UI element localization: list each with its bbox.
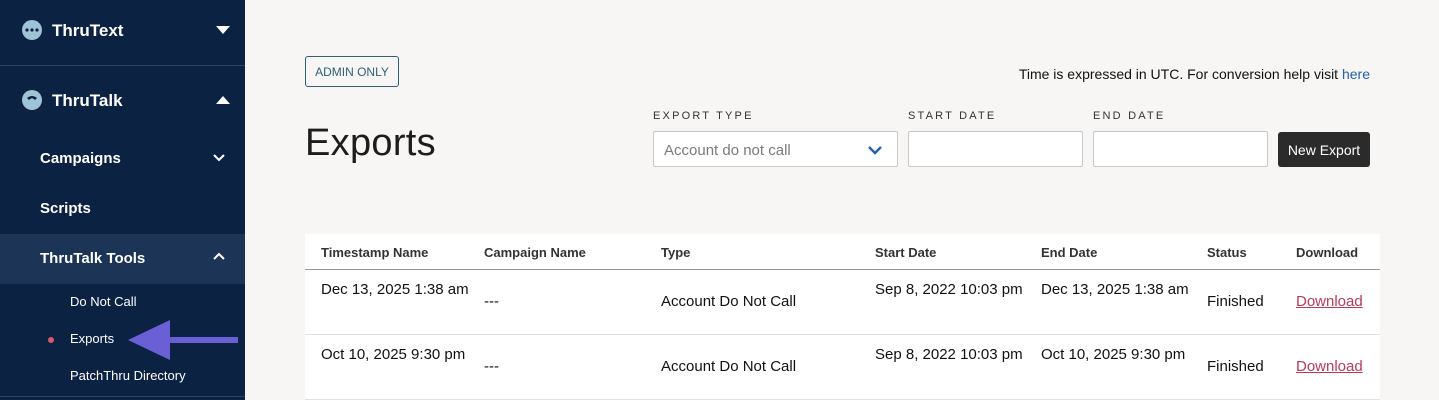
sidebar-brand-thrutalk[interactable]: ThruTalk [0,90,245,110]
sidebar-divider [0,65,245,66]
thrutalk-phone-icon [22,90,42,110]
timezone-help-link[interactable]: here [1342,66,1370,82]
sidebar-item-label: ThruTalk Tools [40,250,146,267]
chevron-down-icon [868,146,882,155]
admin-only-badge: ADMIN ONLY [305,56,399,87]
exports-table: Timestamp Name Campaign Name Type Start … [305,234,1380,400]
sidebar-subitem-patchthru-directory[interactable]: PatchThru Directory [0,364,245,388]
table-cell-timestamp: Dec 13, 2025 1:38 am [321,281,469,298]
download-link[interactable]: Download [1296,290,1363,314]
export-type-value: Account do not call [664,142,791,159]
sidebar-item-thrutalk-tools[interactable]: ThruTalk Tools [0,234,245,284]
table-cell-end-date: Oct 10, 2025 9:30 pm [1041,346,1186,363]
sidebar-subitem-label: Do Not Call [70,294,137,309]
timezone-note-text: Time is expressed in UTC. For conversion… [1018,66,1342,82]
table-cell-campaign: --- [484,358,499,375]
chevron-up-icon [213,252,225,260]
page-title: Exports [305,122,436,164]
sidebar-subitem-label: Exports [70,331,115,346]
chevron-down-icon [213,154,225,162]
start-date-input[interactable] [908,131,1083,167]
end-date-input[interactable] [1093,131,1268,167]
sidebar-subitem-do-not-call[interactable]: Do Not Call [0,290,245,314]
table-header: Timestamp Name Campaign Name Type Start … [305,234,1380,270]
column-header: Type [661,245,691,260]
sidebar-item-label: Campaigns [40,150,121,167]
sidebar-divider [0,396,245,397]
annotation-arrow-icon [128,320,238,360]
timezone-note: Time is expressed in UTC. For conversion… [1019,66,1370,82]
table-cell-start-date: Sep 8, 2022 10:03 pm [875,281,1023,298]
table-cell-status: Finished [1207,293,1264,310]
table-cell-start-date: Sep 8, 2022 10:03 pm [875,346,1023,363]
sidebar-brand-label: ThruTalk [52,91,123,110]
column-header: Status [1207,245,1247,260]
download-link[interactable]: Download [1296,355,1363,379]
column-header: Timestamp Name [321,245,429,260]
new-export-button[interactable]: New Export [1278,132,1370,167]
start-date-label: START DATE [908,110,997,122]
export-type-select[interactable]: Account do not call [653,131,898,167]
column-header: End Date [1041,245,1098,260]
table-cell-status: Finished [1207,358,1264,375]
caret-down-icon[interactable] [216,26,230,34]
column-header: Start Date [875,245,937,260]
export-type-label: EXPORT TYPE [653,110,754,122]
sidebar-item-label: Scripts [40,200,91,217]
caret-up-icon[interactable] [216,96,230,104]
sidebar-subitem-label: PatchThru Directory [70,368,186,383]
table-row: Oct 10, 2025 9:30 pm --- Account Do Not … [305,335,1380,400]
active-indicator-dot [48,337,54,343]
column-header: Campaign Name [484,245,586,260]
sidebar-item-scripts[interactable]: Scripts [0,184,245,234]
table-cell-end-date: Dec 13, 2025 1:38 am [1041,281,1189,298]
table-cell-campaign: --- [484,293,499,310]
thrutext-logo-icon [22,20,42,40]
table-cell-type: Account Do Not Call [661,293,797,310]
table-cell-timestamp: Oct 10, 2025 9:30 pm [321,346,466,363]
column-header: Download [1296,245,1359,260]
end-date-label: END DATE [1093,110,1166,122]
table-row: Dec 13, 2025 1:38 am --- Account Do Not … [305,270,1380,335]
sidebar-item-campaigns[interactable]: Campaigns [0,134,245,184]
sidebar-brand-thrutext[interactable]: ThruText [0,20,245,40]
table-cell-type: Account Do Not Call [661,358,797,375]
sidebar-brand-label: ThruText [52,21,124,40]
